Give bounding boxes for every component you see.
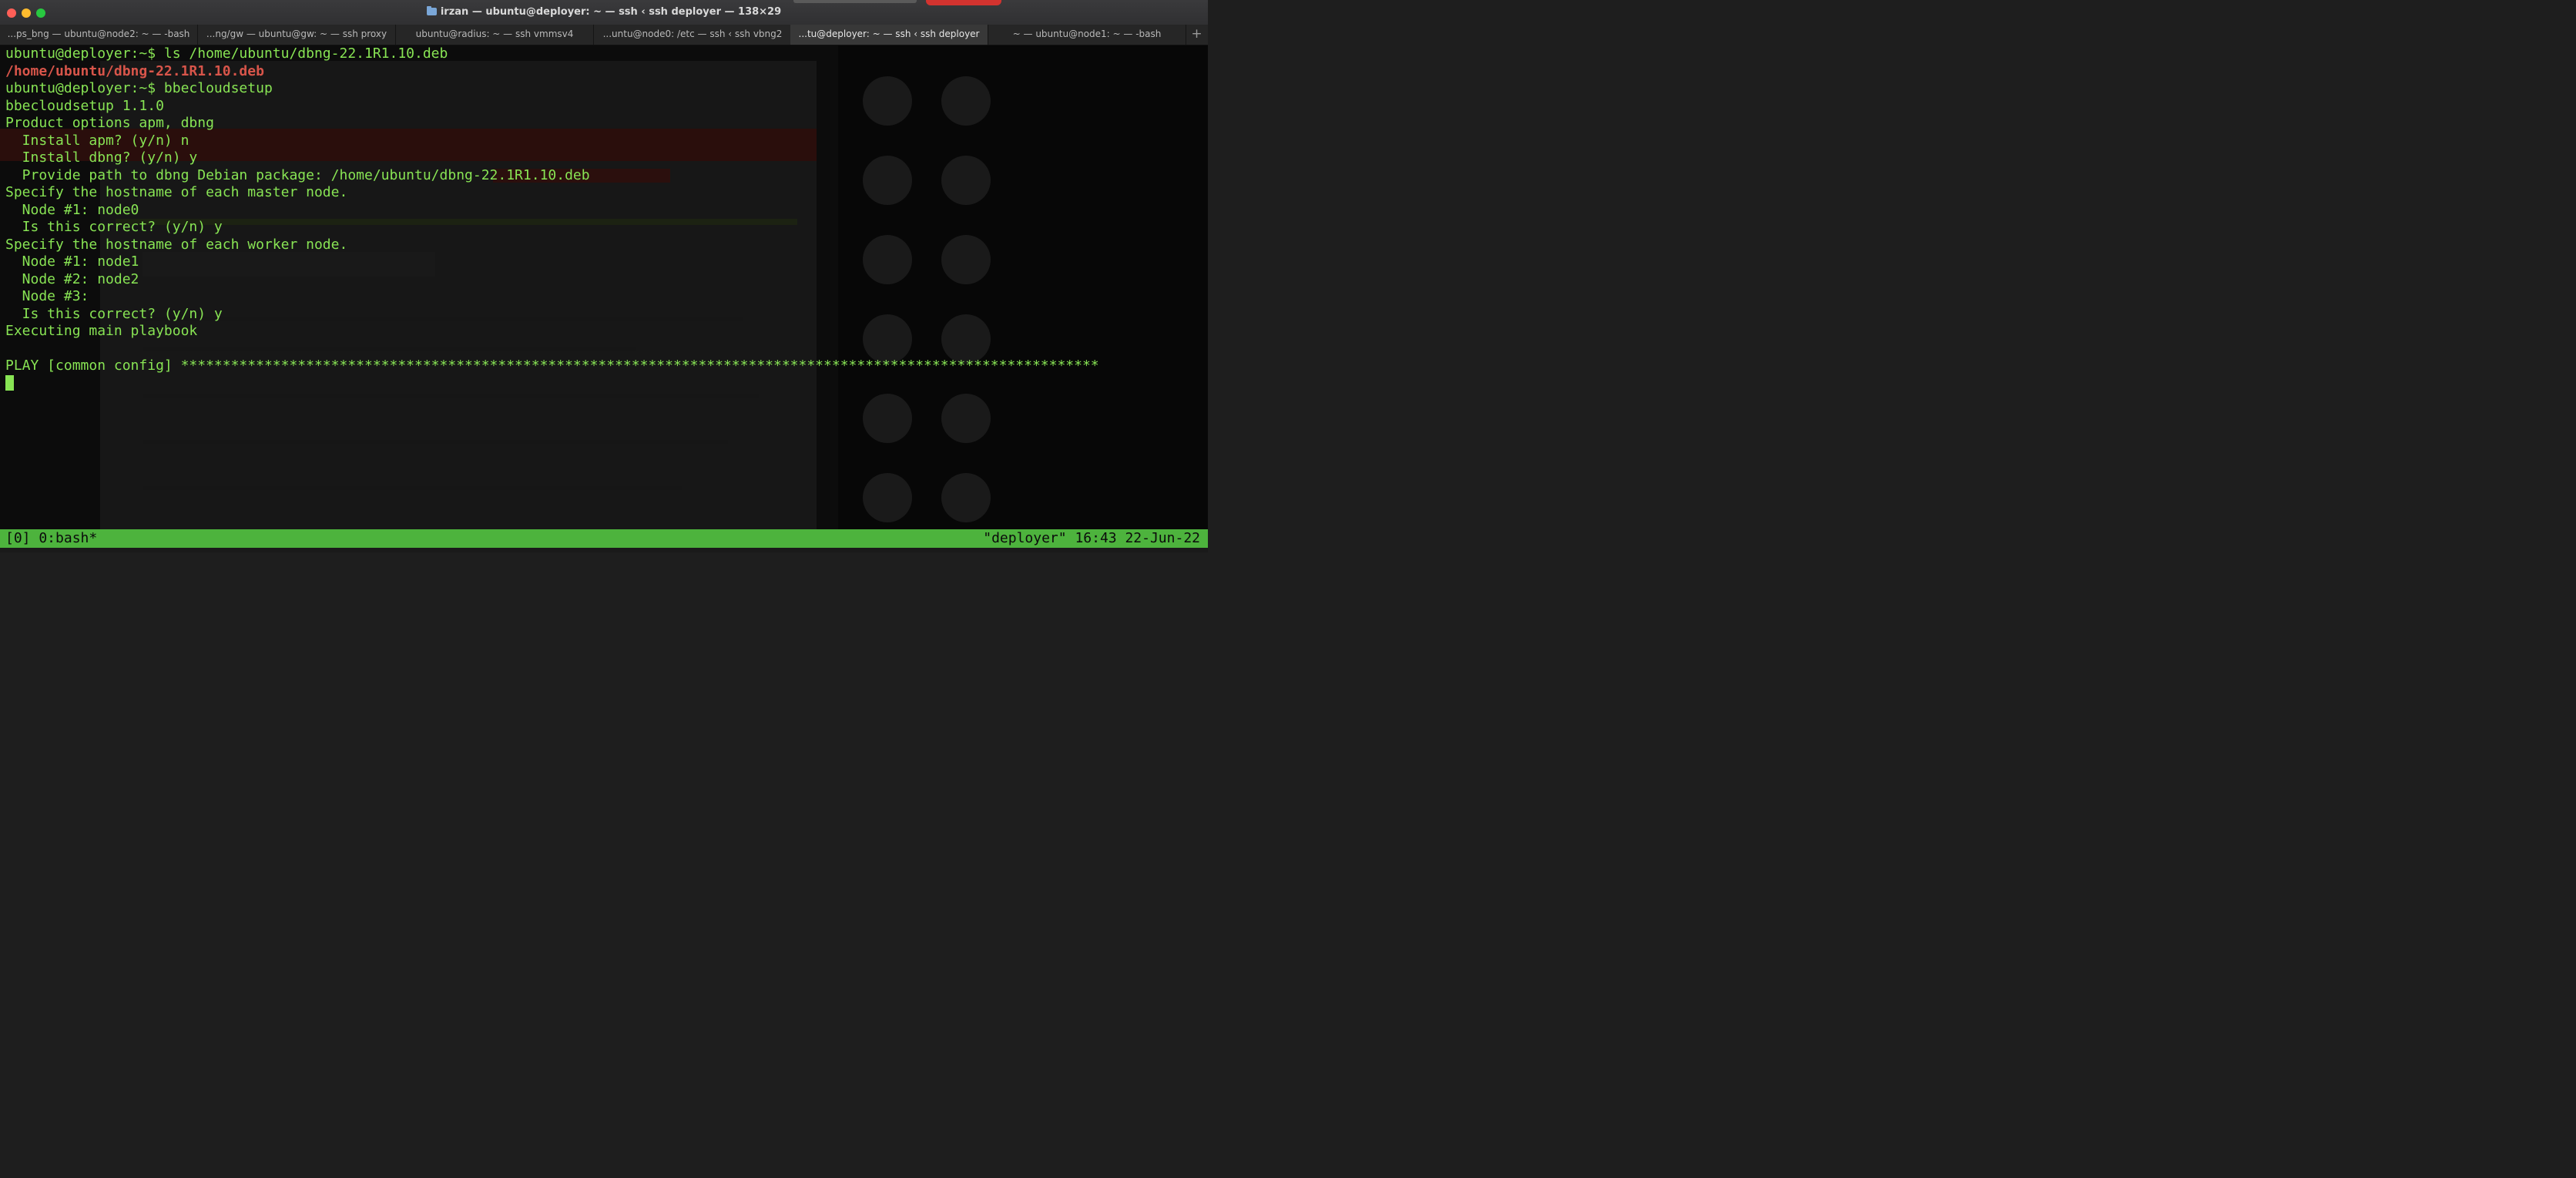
tab-node0[interactable]: ...untu@node0: /etc — ssh ‹ ssh vbng2 xyxy=(594,25,792,45)
background-avatar xyxy=(863,394,912,443)
tmux-window-list[interactable]: [0] 0:bash* xyxy=(5,529,97,548)
leave-meeting-button[interactable] xyxy=(926,0,1001,5)
terminal-line: Specify the hostname of each worker node… xyxy=(5,236,348,253)
window-title: irzan — ubuntu@deployer: ~ — ssh ‹ ssh d… xyxy=(440,6,782,18)
terminal-prompt-line[interactable] xyxy=(5,374,1099,393)
terminal-line: Node #2: node2 xyxy=(5,270,139,287)
background-avatar xyxy=(941,394,991,443)
background-text-line xyxy=(143,394,759,398)
tmux-status-right: "deployer" 16:43 22-Jun-22 xyxy=(983,530,1200,546)
terminal-line: Is this correct? (y/n) y xyxy=(5,305,223,322)
background-text-line xyxy=(143,486,682,490)
tab-deployer[interactable]: ...tu@deployer: ~ — ssh ‹ ssh deployer xyxy=(790,25,988,45)
terminal-lines: ubuntu@deployer:~$ ls /home/ubuntu/dbng-… xyxy=(5,45,1099,392)
terminal-line: Provide path to dbng Debian package: /ho… xyxy=(5,166,590,183)
new-tab-button[interactable]: + xyxy=(1186,25,1208,45)
terminal-line: Install dbng? (y/n) y xyxy=(5,149,198,166)
overlay-toolbar-strip xyxy=(793,0,917,3)
tmux-status-bar: [0] 0:bash* "deployer" 16:43 22-Jun-22 xyxy=(0,529,1208,548)
background-text-line xyxy=(143,440,728,444)
terminal-line: Install apm? (y/n) n xyxy=(5,132,190,149)
terminal-line: Node #1: node1 xyxy=(5,253,139,270)
tab-gw[interactable]: ...ng/gw — ubuntu@gw: ~ — ssh proxy xyxy=(198,25,396,45)
terminal-line: Specify the hostname of each master node… xyxy=(5,184,348,200)
tab-node2[interactable]: ...ps_bng — ubuntu@node2: ~ — -bash xyxy=(0,25,198,45)
terminal-line: Product options apm, dbng xyxy=(5,115,214,131)
text-cursor xyxy=(5,374,14,391)
title-bar: irzan — ubuntu@deployer: ~ — ssh ‹ ssh d… xyxy=(0,0,1208,25)
tab-bar: ...ps_bng — ubuntu@node2: ~ — -bash ...n… xyxy=(0,25,1208,45)
terminal-line: bbecloudsetup 1.1.0 xyxy=(5,97,164,114)
terminal-line: ubuntu@deployer:~$ bbecloudsetup xyxy=(5,80,273,96)
terminal-line: Node #3: xyxy=(5,288,89,304)
terminal-line-play-header: PLAY [common config] *******************… xyxy=(5,357,1099,374)
terminal-window: irzan — ubuntu@deployer: ~ — ssh ‹ ssh d… xyxy=(0,0,1208,552)
tab-radius[interactable]: ubuntu@radius: ~ — ssh vmmsv4 xyxy=(396,25,594,45)
terminal-line: Is this correct? (y/n) y xyxy=(5,219,223,235)
terminal-line-path-output: /home/ubuntu/dbng-22.1R1.10.deb xyxy=(5,62,264,79)
folder-icon xyxy=(426,6,437,15)
background-avatar xyxy=(941,473,991,522)
terminal-output[interactable]: ubuntu@deployer:~$ ls /home/ubuntu/dbng-… xyxy=(0,45,1208,529)
window-title-container: irzan — ubuntu@deployer: ~ — ssh ‹ ssh d… xyxy=(0,6,1208,18)
tab-node1[interactable]: ~ — ubuntu@node1: ~ — -bash xyxy=(988,25,1186,45)
terminal-line: ubuntu@deployer:~$ ls /home/ubuntu/dbng-… xyxy=(5,45,448,62)
background-avatar xyxy=(863,473,912,522)
window-bottom-edge xyxy=(0,548,1208,552)
terminal-line: Node #1: node0 xyxy=(5,201,139,218)
terminal-line: Executing main playbook xyxy=(5,323,198,339)
